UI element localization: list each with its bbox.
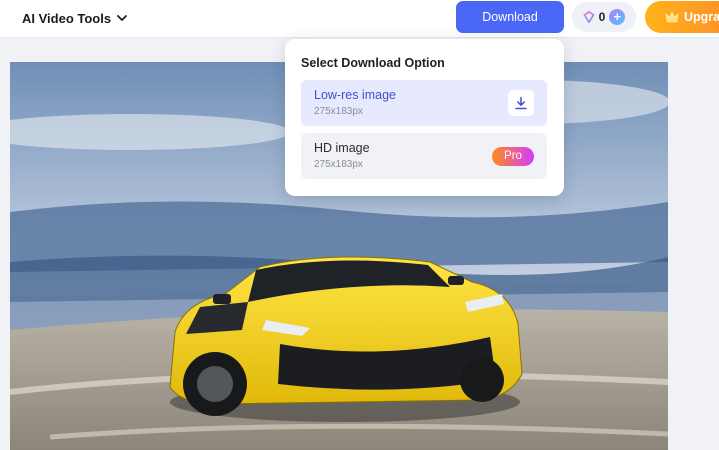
crown-icon [665, 11, 679, 23]
download-button[interactable]: Download [456, 1, 564, 33]
low-res-size: 275x183px [314, 106, 363, 117]
top-bar: AI Video Tools Download 0 + Upgra [0, 0, 719, 38]
ai-video-tools-menu[interactable]: AI Video Tools [22, 8, 128, 28]
download-options-dropdown: Select Download Option Low-res image 275… [285, 39, 564, 196]
dropdown-title: Select Download Option [301, 56, 445, 70]
gem-icon [582, 11, 595, 23]
pro-badge: Pro [492, 147, 534, 166]
upgrade-label: Upgra [684, 10, 719, 24]
chevron-down-icon [117, 15, 127, 21]
upgrade-button[interactable]: Upgra [645, 1, 719, 33]
low-res-option[interactable]: Low-res image 275x183px [301, 80, 547, 126]
credits-count: 0 [598, 10, 606, 24]
hd-option[interactable]: HD image 275x183px Pro [301, 133, 547, 179]
download-icon [515, 96, 527, 110]
credits-widget[interactable]: 0 + [572, 2, 636, 32]
low-res-download-button[interactable] [508, 90, 534, 116]
add-credits-icon[interactable]: + [609, 9, 626, 25]
low-res-label: Low-res image [314, 88, 396, 102]
ai-video-tools-label: AI Video Tools [22, 10, 112, 26]
